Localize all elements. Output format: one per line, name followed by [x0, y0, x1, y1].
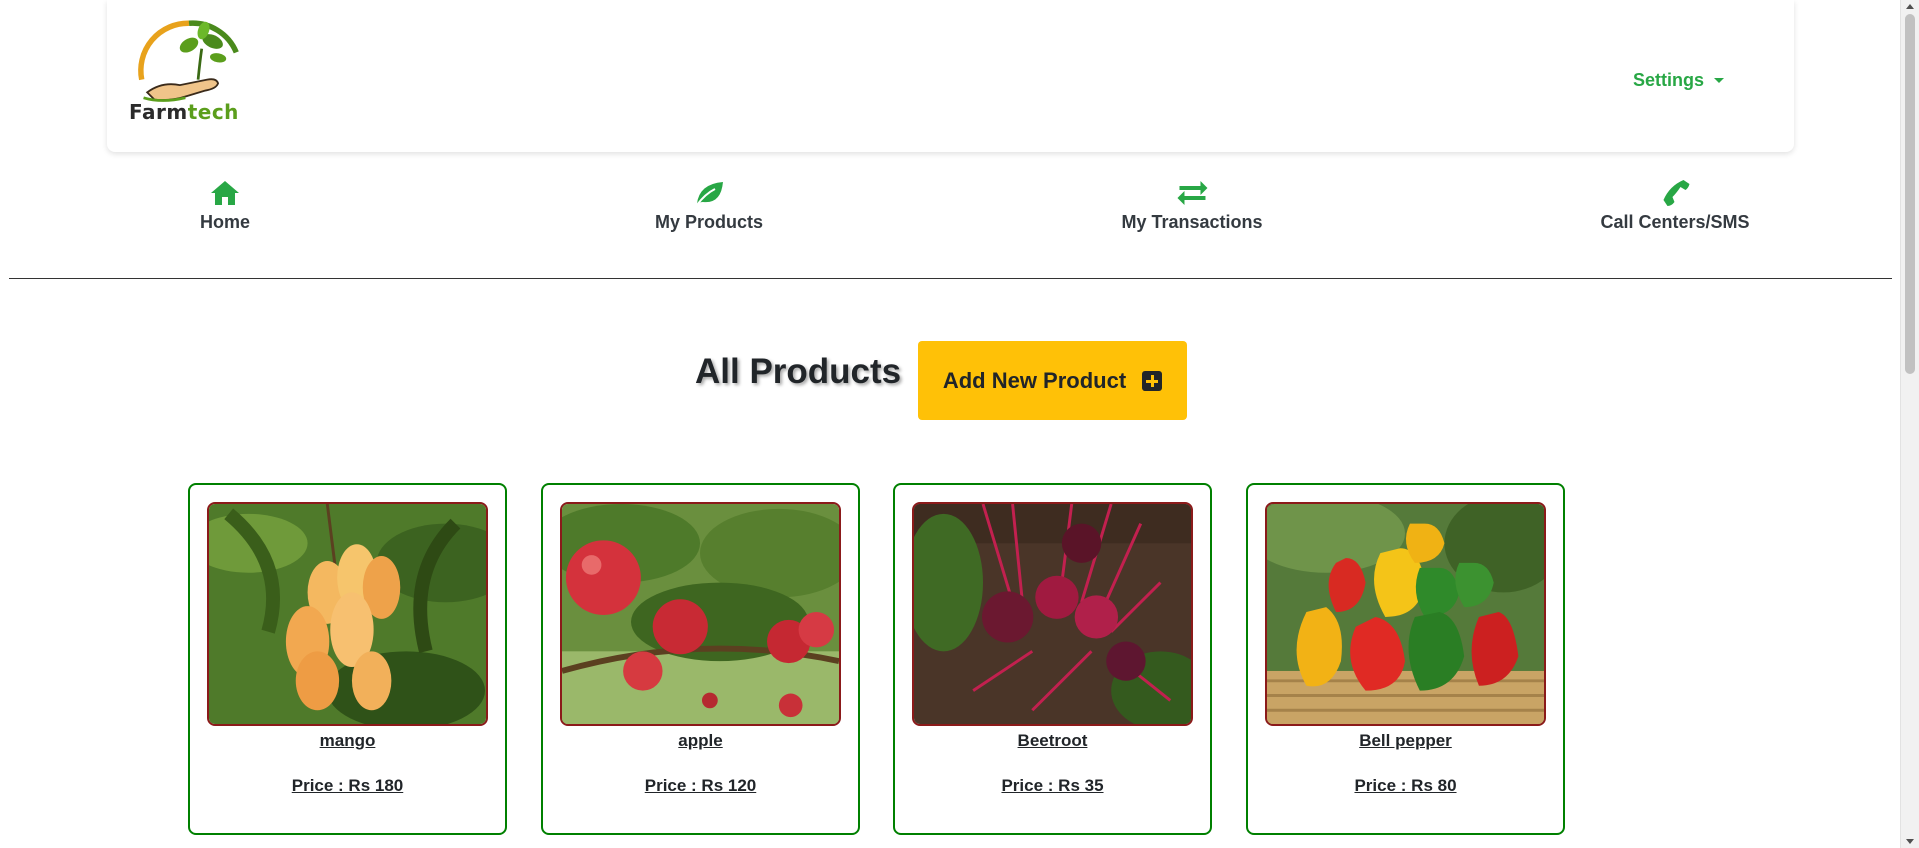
nav-item-home[interactable]: Home: [200, 178, 250, 233]
nav-item-my-transactions[interactable]: My Transactions: [1121, 178, 1263, 233]
nav-divider: [9, 278, 1892, 279]
phone-icon: [1662, 180, 1689, 206]
nav-item-call-centers[interactable]: Call Centers/SMS: [1600, 178, 1750, 233]
settings-dropdown[interactable]: Settings: [1633, 70, 1725, 91]
page-scrollbar[interactable]: [1900, 0, 1919, 848]
scrollbar-thumb[interactable]: [1905, 14, 1915, 374]
caret-down-icon: [1714, 78, 1725, 83]
main-nav: Home My Products My Transactions Call Ce…: [0, 178, 1900, 238]
product-price[interactable]: Price : Rs 35: [895, 776, 1210, 796]
product-image-mango[interactable]: [207, 502, 488, 726]
logo-text-tech: tech: [187, 100, 239, 124]
product-image-bell-pepper[interactable]: [1265, 502, 1546, 726]
scroll-up-icon[interactable]: [1906, 4, 1914, 9]
home-icon: [210, 181, 239, 205]
leaf-icon: [696, 182, 723, 206]
nav-label-my-products: My Products: [654, 212, 764, 232]
product-card[interactable]: Beetroot Price : Rs 35: [893, 483, 1212, 835]
nav-label-call-centers: Call Centers/SMS: [1600, 212, 1750, 232]
product-price[interactable]: Price : Rs 180: [190, 776, 505, 796]
nav-label-home: Home: [199, 212, 251, 232]
logo-text: Farmtech: [129, 100, 239, 124]
add-new-product-label: Add New Product: [942, 367, 1127, 393]
product-price[interactable]: Price : Rs 80: [1248, 776, 1563, 796]
product-card[interactable]: mango Price : Rs 180: [188, 483, 507, 835]
plus-square-icon: [1142, 370, 1163, 391]
nav-label-my-transactions: My Transactions: [1121, 212, 1263, 232]
nav-item-my-products[interactable]: My Products: [655, 178, 763, 233]
product-name[interactable]: mango: [190, 731, 505, 751]
settings-label: Settings: [1633, 70, 1705, 90]
page-title: All Products: [695, 352, 902, 391]
scroll-down-icon[interactable]: [1906, 839, 1914, 844]
product-name[interactable]: apple: [543, 731, 858, 751]
add-new-product-button[interactable]: Add New Product: [918, 341, 1187, 420]
product-name[interactable]: Beetroot: [895, 731, 1210, 751]
product-image-apple[interactable]: [560, 502, 841, 726]
product-name[interactable]: Bell pepper: [1248, 731, 1563, 751]
product-price[interactable]: Price : Rs 120: [543, 776, 858, 796]
logo-text-farm: Farm: [129, 100, 188, 124]
product-image-beetroot[interactable]: [912, 502, 1193, 726]
exchange-icon: [1176, 181, 1207, 205]
product-card[interactable]: Bell pepper Price : Rs 80: [1246, 483, 1565, 835]
header-card: Farmtech Settings: [107, 0, 1794, 152]
product-card[interactable]: apple Price : Rs 120: [541, 483, 860, 835]
